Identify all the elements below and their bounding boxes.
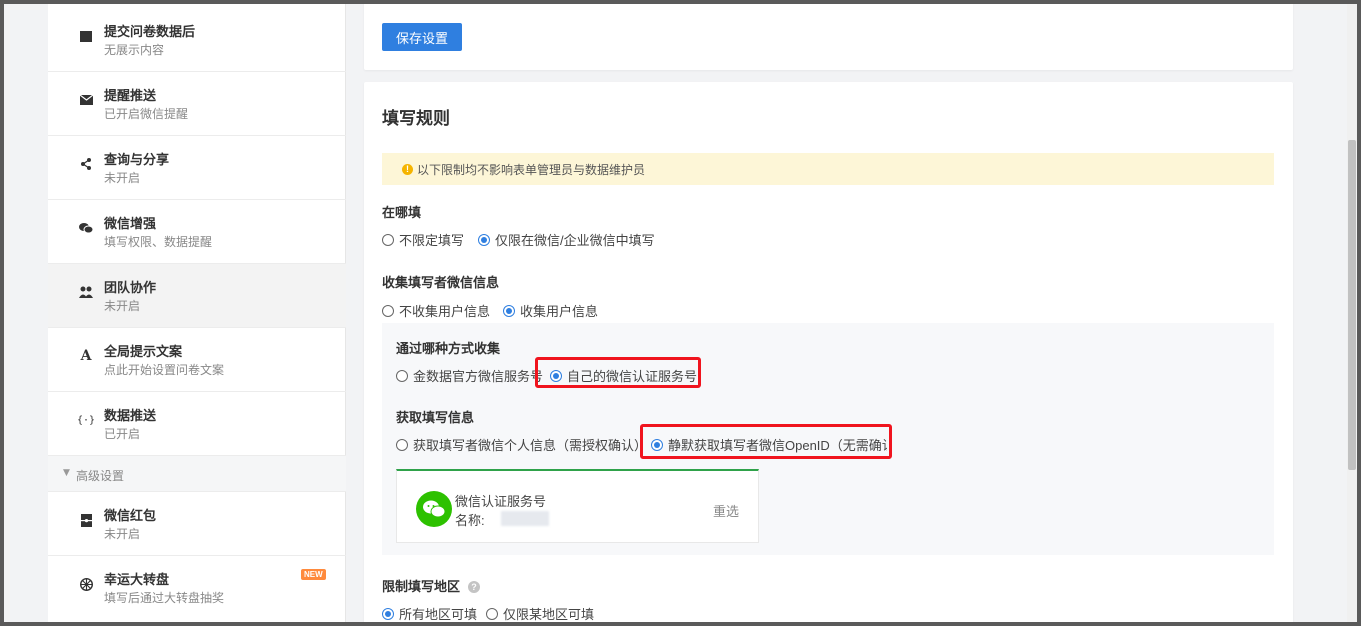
scrollbar-thumb[interactable] <box>1348 140 1356 470</box>
sidebar-item-title: 查询与分享 <box>104 152 170 167</box>
method-option-own-account[interactable]: 自己的微信认证服务号 <box>550 366 697 385</box>
sidebar-item-lucky-wheel[interactable]: 幸运大转盘 NEW 填写后通过大转盘抽奖 <box>48 556 346 620</box>
collect-option-none[interactable]: 不收集用户信息 <box>382 301 490 320</box>
sidebar-item-subtitle: 未开启 <box>104 527 141 541</box>
account-card-title: 微信认证服务号 <box>455 494 547 509</box>
region-option-all[interactable]: 所有地区可填 <box>382 604 477 622</box>
sidebar-item-global-text[interactable]: A 全局提示文案 点此开始设置问卷文案 <box>48 328 346 392</box>
wheel-icon <box>78 576 94 592</box>
sidebar-item-subtitle: 已开启微信提醒 <box>104 107 189 121</box>
sidebar-item-subtitle: 未开启 <box>104 299 141 313</box>
sidebar-item-data-push[interactable]: {·} 数据推送 已开启 <box>48 392 346 456</box>
sidebar-item-subtitle: 无展示内容 <box>104 43 165 57</box>
save-settings-button[interactable]: 保存设置 <box>382 23 462 51</box>
sidebar-item-team[interactable]: 团队协作 未开启 <box>48 264 346 328</box>
sidebar-item-title: 团队协作 <box>104 280 157 295</box>
sidebar-item-after-submit[interactable]: 提交问卷数据后 无展示内容 <box>48 8 346 72</box>
method-option-official[interactable]: 金数据官方微信服务号 <box>396 366 543 385</box>
help-icon[interactable]: ? <box>468 581 481 593</box>
new-badge: NEW <box>301 569 326 580</box>
where-label: 在哪填 <box>382 205 422 220</box>
sidebar-item-reminder[interactable]: 提醒推送 已开启微信提醒 <box>48 72 346 136</box>
account-name-label: 名称: <box>455 513 485 528</box>
where-option-wechat-only[interactable]: 仅限在微信/企业微信中填写 <box>478 230 655 249</box>
sidebar-item-share[interactable]: 查询与分享 未开启 <box>48 136 346 200</box>
save-card: 保存设置 <box>364 4 1293 70</box>
method-label: 通过哪种方式收集 <box>396 341 501 356</box>
sidebar: 提交问卷数据后 无展示内容 提醒推送 已开启微信提醒 查询与分享 未开启 微信增… <box>48 4 346 622</box>
warning-icon: ! <box>402 164 413 175</box>
sidebar-item-wechat[interactable]: 微信增强 填写权限、数据提醒 <box>48 200 346 264</box>
region-option-specific[interactable]: 仅限某地区可填 <box>486 604 594 622</box>
where-option-unlimited[interactable]: 不限定填写 <box>382 230 464 249</box>
sidebar-item-title: 幸运大转盘 <box>104 572 170 587</box>
fetch-option-silent-openid[interactable]: 静默获取填写者微信OpenID（无需确认 <box>651 435 887 454</box>
sidebar-item-title: 全局提示文案 <box>104 344 183 359</box>
account-name-redacted <box>501 511 549 526</box>
sidebar-item-subtitle: 未开启 <box>104 171 141 185</box>
collect-settings-panel: 通过哪种方式收集 金数据官方微信服务号 自己的微信认证服务号 获取填写信息 获取… <box>382 323 1274 555</box>
notice-text: 以下限制均不影响表单管理员与数据维护员 <box>417 163 646 177</box>
gift-icon <box>78 512 94 528</box>
fetch-label: 获取填写信息 <box>396 410 475 425</box>
sidebar-item-title: 微信红包 <box>104 508 157 523</box>
sidebar-item-title: 提交问卷数据后 <box>104 24 196 39</box>
wechat-icon <box>78 220 94 236</box>
advanced-settings-header[interactable]: ▼ 高级设置 <box>48 456 346 492</box>
sidebar-item-title: 微信增强 <box>104 216 157 231</box>
reselect-link[interactable]: 重选 <box>713 501 739 520</box>
sidebar-item-title: 数据推送 <box>104 408 157 423</box>
notice-banner: ! 以下限制均不影响表单管理员与数据维护员 <box>382 153 1274 185</box>
envelope-icon <box>78 92 94 108</box>
code-icon: {·} <box>76 414 96 426</box>
square-icon <box>78 28 94 44</box>
sidebar-item-subtitle: 填写权限、数据提醒 <box>104 235 213 249</box>
caret-down-icon: ▼ <box>63 468 70 478</box>
wechat-logo-icon <box>416 491 452 527</box>
app-window: 提交问卷数据后 无展示内容 提醒推送 已开启微信提醒 查询与分享 未开启 微信增… <box>4 4 1357 622</box>
section-title: 填写规则 <box>382 109 450 128</box>
sidebar-item-subtitle: 已开启 <box>104 427 141 441</box>
wechat-account-card: 微信认证服务号 名称: 重选 <box>396 469 759 543</box>
fetch-option-personal-info[interactable]: 获取填写者微信个人信息（需授权确认） <box>396 435 647 454</box>
sidebar-item-red-packet[interactable]: 微信红包 未开启 <box>48 492 346 556</box>
sidebar-item-subtitle: 点此开始设置问卷文案 <box>104 363 225 377</box>
region-label: 限制填写地区? <box>382 576 481 595</box>
users-icon <box>78 284 94 300</box>
sidebar-item-title: 提醒推送 <box>104 88 157 103</box>
share-icon <box>78 156 94 172</box>
collect-option-user-info[interactable]: 收集用户信息 <box>503 301 598 320</box>
collect-label: 收集填写者微信信息 <box>382 275 500 290</box>
font-icon: A <box>80 348 92 364</box>
sidebar-item-subtitle: 填写后通过大转盘抽奖 <box>104 591 225 605</box>
advanced-settings-label: 高级设置 <box>76 469 125 483</box>
fill-rules-card: 填写规则 ! 以下限制均不影响表单管理员与数据维护员 在哪填 不限定填写 仅限在… <box>364 82 1293 622</box>
scrollbar[interactable] <box>1347 4 1357 622</box>
